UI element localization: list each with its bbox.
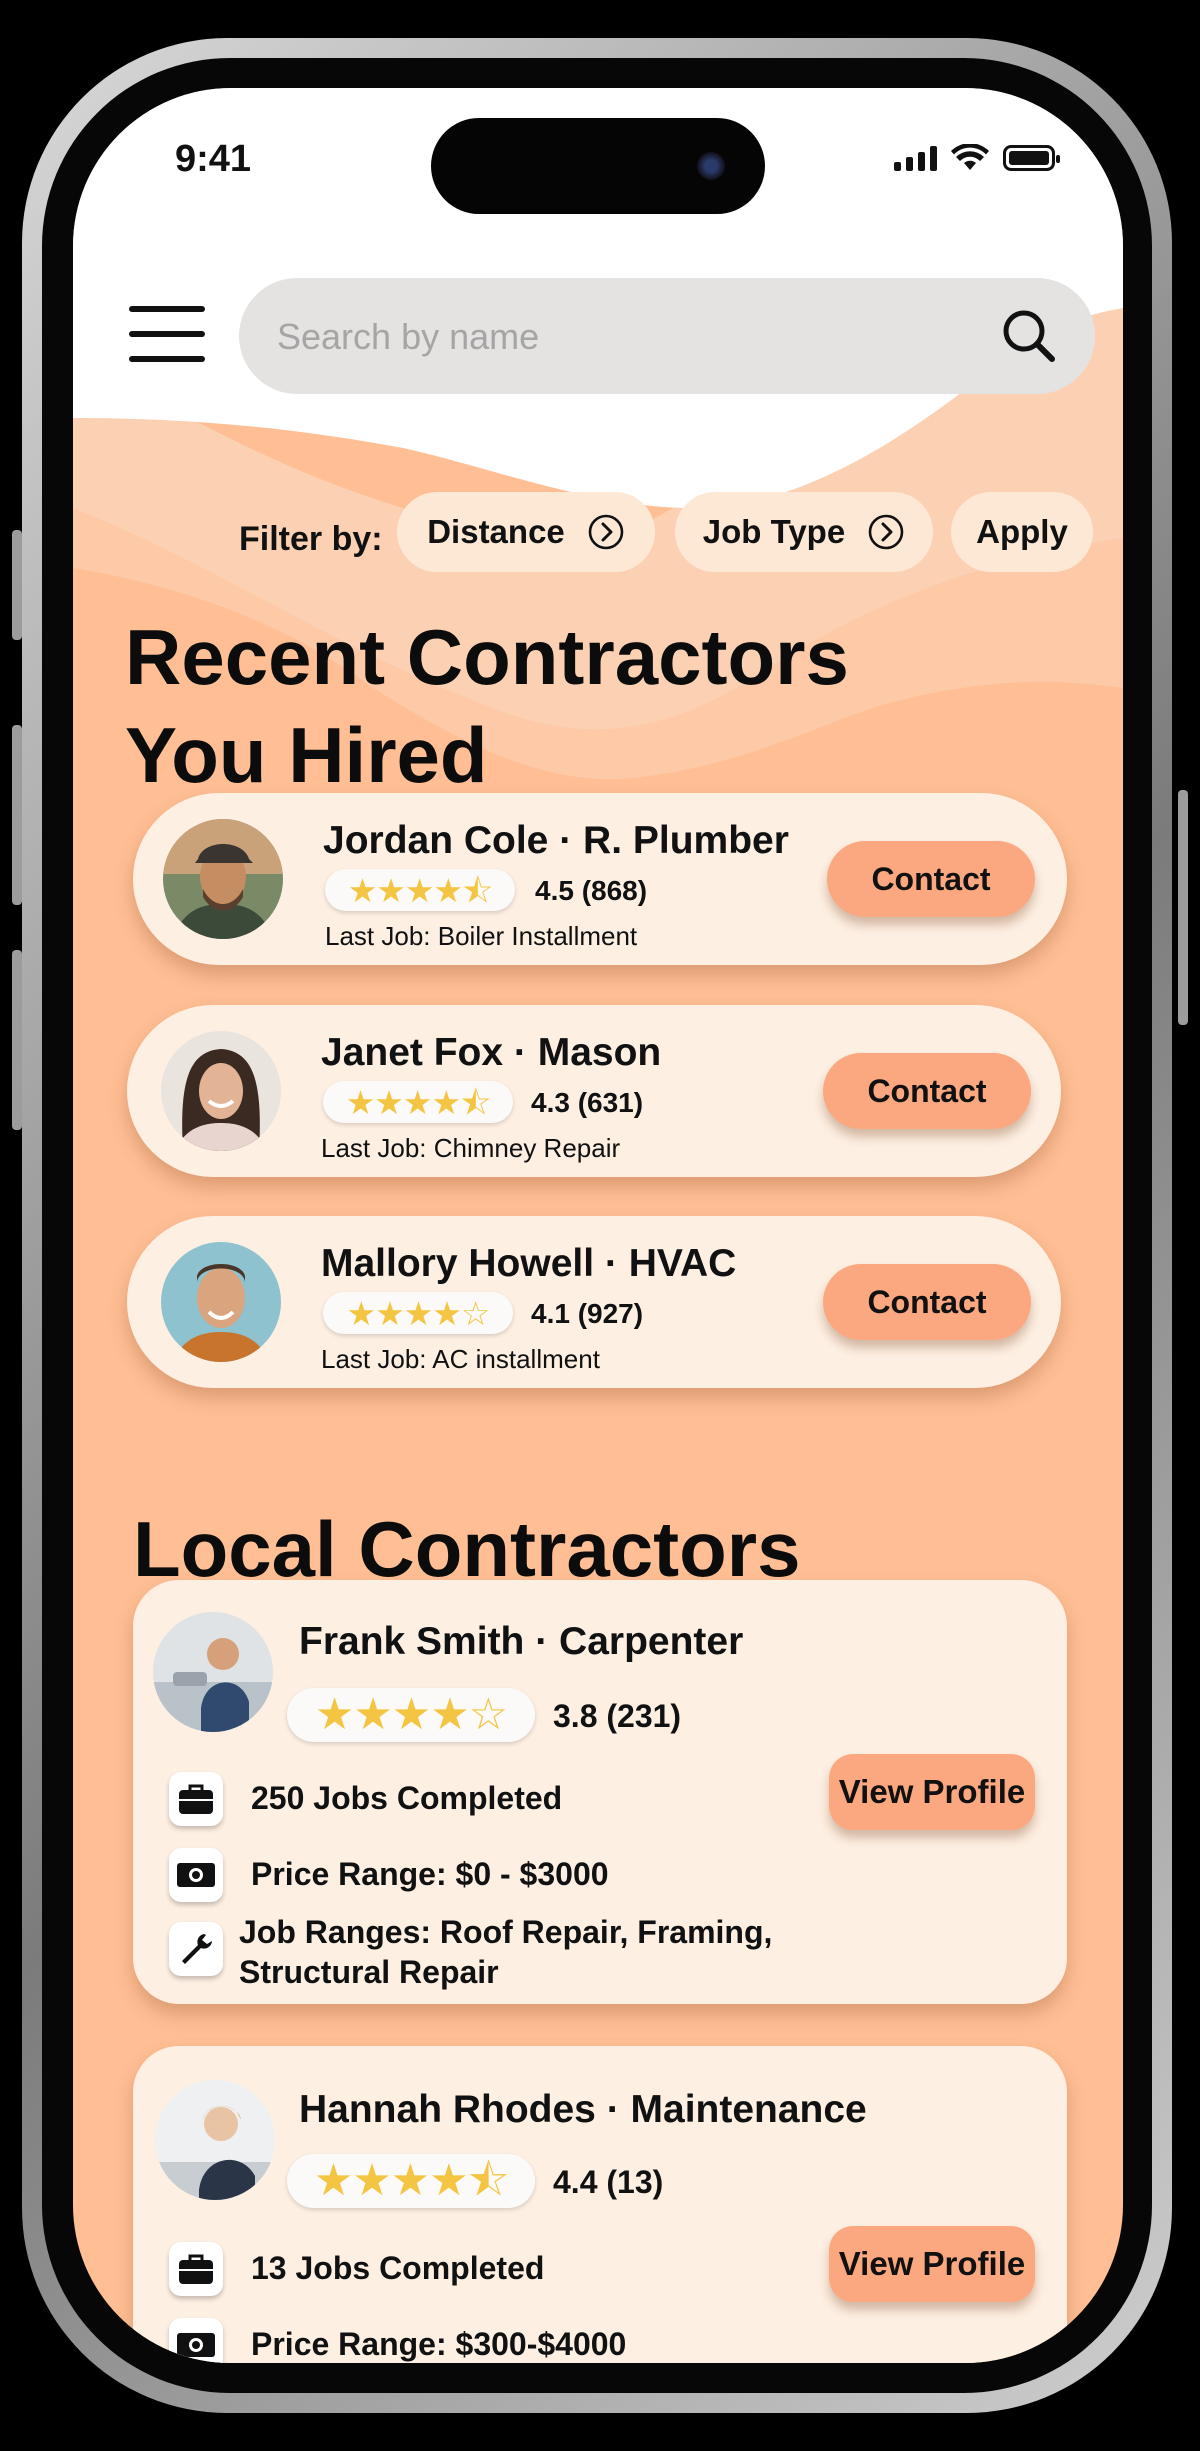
money-icon [169, 2318, 223, 2363]
local-contractor-card[interactable]: Hannah Rhodes · Maintenance ★★★★⯪ 4.4 (1… [133, 2046, 1067, 2363]
briefcase-icon [169, 1772, 223, 1826]
title-line: You Hired [125, 711, 488, 799]
job-ranges: Job Ranges: Roof Repair, Framing, Struct… [239, 1912, 772, 1992]
money-icon [169, 1848, 223, 1902]
contractor-name: Mallory Howell · HVAC [321, 1242, 737, 1285]
star-rating: ★★★★⯪ [287, 2154, 535, 2208]
apply-label: Apply [976, 513, 1068, 550]
recent-contractor-card[interactable]: Jordan Cole · R. Plumber ★★★★⯪ 4.5 (868)… [133, 793, 1067, 965]
job-ranges-line: Job Ranges: Roof Repair, Framing, [239, 1914, 773, 1950]
wifi-icon [951, 144, 989, 170]
contact-button[interactable]: Contact [823, 1053, 1031, 1129]
contractor-name: Frank Smith · Carpenter [299, 1620, 744, 1663]
star-rating: ★★★★⯪ [325, 869, 515, 911]
star-icons: ★★★★☆ [346, 1294, 491, 1332]
app-screen: 9:41 Search by name Filter by: Distance [73, 88, 1123, 2363]
contractor-name: Hannah Rhodes · Maintenance [299, 2088, 867, 2131]
title-line: Recent Contractors [125, 613, 849, 701]
rating-count: 4.4 (13) [553, 2164, 664, 2200]
filter-chip-distance[interactable]: Distance [397, 492, 655, 572]
filter-chip-job-type[interactable]: Job Type [675, 492, 933, 572]
avatar [155, 2080, 275, 2200]
phone-volume-down-button [12, 950, 22, 1130]
front-camera [697, 152, 725, 180]
recent-contractor-card[interactable]: Mallory Howell · HVAC ★★★★☆ 4.1 (927) La… [127, 1216, 1061, 1388]
star-icons: ★★★★⯪ [313, 2156, 509, 2205]
star-rating: ★★★★⯪ [323, 1081, 513, 1123]
wrench-icon [169, 1922, 223, 1976]
star-rating: ★★★★☆ [323, 1292, 513, 1334]
avatar [161, 1242, 281, 1362]
search-input[interactable]: Search by name [277, 316, 539, 358]
briefcase-icon [169, 2242, 223, 2296]
jobs-completed: 13 Jobs Completed [251, 2250, 545, 2286]
battery-icon [1003, 145, 1060, 171]
phone-power-button [1178, 790, 1188, 1025]
chevron-right-circle-icon [868, 514, 904, 550]
price-range: Price Range: $300-$4000 [251, 2326, 627, 2362]
rating-count: 3.8 (231) [553, 1698, 682, 1734]
filter-label: Filter by: [239, 520, 383, 558]
star-icons: ★★★★⯪ [345, 1083, 492, 1121]
price-range: Price Range: $0 - $3000 [251, 1856, 609, 1892]
avatar [153, 1612, 273, 1732]
job-ranges-line: Structural Repair [239, 1954, 499, 1990]
contact-button[interactable]: Contact [827, 841, 1035, 917]
hamburger-menu-icon[interactable] [129, 306, 205, 362]
apply-filters-button[interactable]: Apply [951, 492, 1093, 572]
contractor-name: Janet Fox · Mason [321, 1031, 662, 1074]
contractor-name: Jordan Cole · R. Plumber [323, 819, 789, 862]
chevron-right-circle-icon [588, 514, 624, 550]
avatar [163, 819, 283, 939]
recent-contractors-title: Recent Contractors You Hired [125, 608, 849, 804]
search-icon[interactable] [999, 306, 1059, 366]
rating-count: 4.3 (631) [531, 1087, 644, 1118]
cellular-signal-icon [894, 145, 937, 171]
local-contractor-card[interactable]: Frank Smith · Carpenter ★★★★☆ 3.8 (231) … [133, 1580, 1067, 2004]
status-icons [894, 144, 1060, 172]
phone-volume-up-button [12, 725, 22, 905]
last-job: Last Job: AC installment [321, 1344, 600, 1374]
last-job: Last Job: Boiler Installment [325, 921, 638, 951]
status-time: 9:41 [175, 138, 252, 180]
star-rating: ★★★★☆ [287, 1688, 535, 1742]
star-icons: ★★★★☆ [314, 1690, 508, 1739]
view-profile-button[interactable]: View Profile [829, 2226, 1035, 2302]
star-icons: ★★★★⯪ [347, 871, 494, 909]
dynamic-island [431, 118, 765, 214]
jobs-completed: 250 Jobs Completed [251, 1780, 563, 1816]
avatar [161, 1031, 281, 1151]
rating-count: 4.5 (868) [535, 875, 648, 906]
filter-chip-label: Job Type [702, 513, 846, 550]
recent-contractor-card[interactable]: Janet Fox · Mason ★★★★⯪ 4.3 (631) Last J… [127, 1005, 1061, 1177]
contact-button[interactable]: Contact [823, 1264, 1031, 1340]
rating-count: 4.1 (927) [531, 1298, 644, 1329]
view-profile-button[interactable]: View Profile [829, 1754, 1035, 1830]
phone-action-button [12, 530, 22, 640]
last-job: Last Job: Chimney Repair [321, 1133, 621, 1163]
search-bar[interactable]: Search by name [239, 278, 1095, 394]
filter-chip-label: Distance [427, 513, 565, 550]
